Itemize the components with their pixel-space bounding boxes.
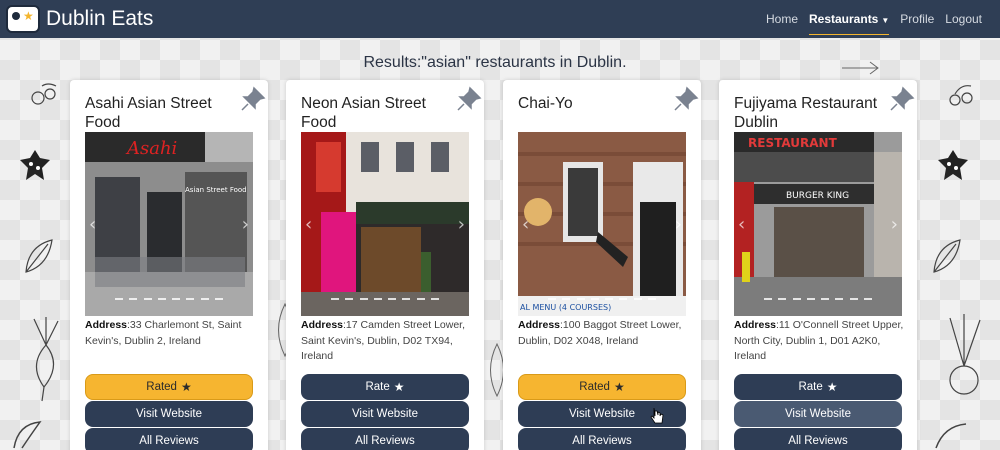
restaurant-name: Asahi Asian Street Food <box>85 95 212 131</box>
nav-logout[interactable]: Logout <box>945 12 982 26</box>
caret-down-icon: ▼ <box>881 16 890 25</box>
carousel-prev-icon[interactable]: ‹ <box>738 214 745 235</box>
restaurant-address: Address:17 Camden Street Lower, Saint Ke… <box>301 318 473 365</box>
star-icon: ★ <box>826 380 838 394</box>
address-label: Address <box>734 319 777 331</box>
rate-button[interactable]: Rate ★ <box>734 374 902 400</box>
rate-label: Rate <box>798 381 823 393</box>
berries-doodle-icon <box>949 85 973 106</box>
pin-icon[interactable] <box>240 86 266 112</box>
pin-icon[interactable] <box>456 86 482 112</box>
address-label: Address <box>518 319 561 331</box>
sprout-doodle-icon <box>935 423 967 449</box>
all-reviews-button[interactable]: All Reviews <box>734 428 902 450</box>
rate-label: Rated <box>579 381 610 393</box>
restaurant-card: Fujiyama Restaurant Dublin RESTAURANT BU… <box>719 80 917 450</box>
restaurant-address: Address:100 Baggot Street Lower, Dublin,… <box>518 318 690 349</box>
carousel-next-icon[interactable]: › <box>675 214 682 235</box>
carousel-next-icon[interactable]: › <box>891 214 898 235</box>
nav-home[interactable]: Home <box>766 12 798 26</box>
leaf-doodle-icon-right <box>933 239 961 273</box>
fuji-store-text: BURGER KING <box>786 191 849 201</box>
asahi-sign-text: Asahi <box>125 138 177 159</box>
carousel-prev-icon[interactable]: ‹ <box>305 214 312 235</box>
storefront-image: AL MENU (4 COURSES) <box>518 132 686 316</box>
storefront-image <box>301 132 469 316</box>
asahi-door-text: Asian Street Food <box>185 186 247 194</box>
cookie-doodle-icon <box>20 150 50 180</box>
restaurant-card: Neon Asian Street Food ‹ › Address:17 Ca… <box>286 80 484 450</box>
all-reviews-button[interactable]: All Reviews <box>301 428 469 450</box>
logo-icon <box>6 5 40 33</box>
address-label: Address <box>301 319 344 331</box>
restaurant-photo[interactable]: RESTAURANT BURGER KING ‹ › <box>734 132 902 316</box>
carousel-indicators <box>764 298 872 300</box>
restaurant-address: Address:33 Charlemont St, Saint Kevin's,… <box>85 318 257 349</box>
brand-name: Dublin Eats <box>46 7 154 30</box>
restaurant-photo[interactable]: AL MENU (4 COURSES) ‹ › <box>518 132 686 316</box>
restaurant-card: Chai-Yo AL MENU (4 COURSES) ‹ › Address:… <box>503 80 701 450</box>
storefront-image: Asahi Asian Street Food <box>85 132 253 316</box>
rate-label: Rate <box>365 381 390 393</box>
beet-doodle-icon <box>949 314 981 395</box>
rated-button[interactable]: Rated ★ <box>85 374 253 400</box>
restaurant-name: Chai-Yo <box>518 95 573 112</box>
restaurant-card: Asahi Asian Street Food Asahi Asian Stre… <box>70 80 268 450</box>
fork-doodle-icon <box>842 61 879 75</box>
visit-website-button[interactable]: Visit Website <box>301 401 469 427</box>
vegetable-doodle-icon <box>31 83 57 105</box>
carousel-indicators <box>115 298 223 300</box>
storefront-image: RESTAURANT BURGER KING <box>734 132 902 316</box>
nav-restaurants-label: Restaurants <box>809 12 879 26</box>
restaurant-name: Neon Asian Street Food <box>301 95 426 131</box>
star-icon: ★ <box>393 380 405 394</box>
restaurant-address: Address:11 O'Connell Street Upper, North… <box>734 318 906 365</box>
visit-website-button[interactable]: Visit Website <box>734 401 902 427</box>
restaurant-photo[interactable]: ‹ › <box>301 132 469 316</box>
carousel-next-icon[interactable]: › <box>242 214 249 235</box>
rated-button[interactable]: Rated ★ <box>518 374 686 400</box>
nav-restaurants[interactable]: Restaurants ▼ <box>809 3 890 35</box>
cookie-doodle-icon-right <box>938 150 968 180</box>
pepper-doodle-icon <box>13 421 42 449</box>
rate-label: Rated <box>146 381 177 393</box>
chaiyo-menu-text: AL MENU (4 COURSES) <box>520 303 611 312</box>
nav-links: Home Restaurants ▼ Profile Logout <box>755 0 982 38</box>
all-reviews-button[interactable]: All Reviews <box>85 428 253 450</box>
pin-icon[interactable] <box>889 86 915 112</box>
carousel-indicators <box>548 298 656 300</box>
carousel-indicators <box>331 298 439 300</box>
carousel-prev-icon[interactable]: ‹ <box>89 214 96 235</box>
brand[interactable]: Dublin Eats <box>6 5 153 33</box>
all-reviews-button[interactable]: All Reviews <box>518 428 686 450</box>
restaurant-name: Fujiyama Restaurant Dublin <box>734 95 878 131</box>
star-icon: ★ <box>613 380 625 394</box>
carousel-prev-icon[interactable]: ‹ <box>522 214 529 235</box>
restaurant-photo[interactable]: Asahi Asian Street Food ‹ › <box>85 132 253 316</box>
mouse-cursor-icon <box>650 407 664 424</box>
navbar: Dublin Eats Home Restaurants▼ Profile Lo… <box>0 0 1000 38</box>
pin-icon[interactable] <box>673 86 699 112</box>
fuji-sign-text: RESTAURANT <box>748 136 838 150</box>
radish-doodle-icon <box>33 317 59 402</box>
visit-website-button[interactable]: Visit Website <box>85 401 253 427</box>
address-label: Address <box>85 319 128 331</box>
leaf-doodle-icon <box>25 239 53 273</box>
carousel-next-icon[interactable]: › <box>458 214 465 235</box>
nav-profile[interactable]: Profile <box>900 12 934 26</box>
star-icon: ★ <box>180 380 192 394</box>
rate-button[interactable]: Rate ★ <box>301 374 469 400</box>
